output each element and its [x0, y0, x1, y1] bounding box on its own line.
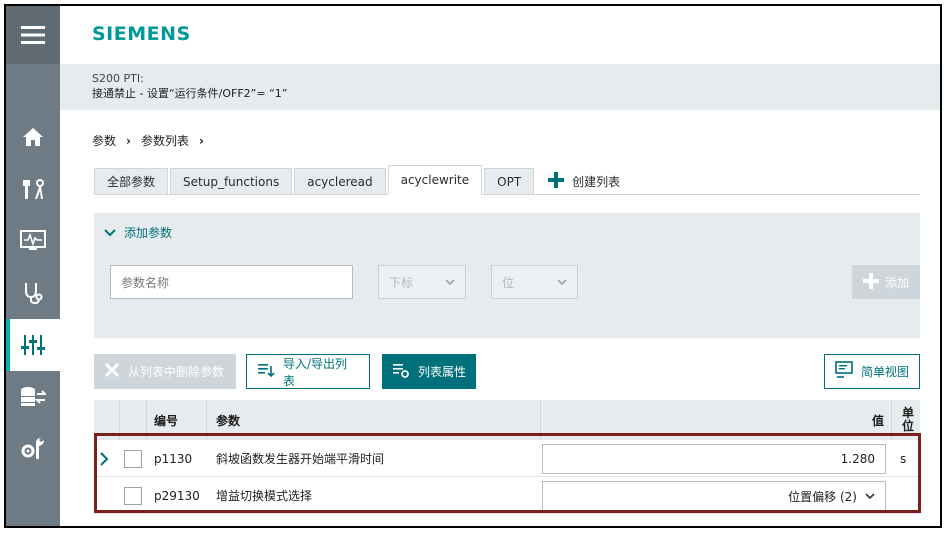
nav-item-tools[interactable]	[6, 163, 60, 215]
database-transfer-icon	[20, 385, 46, 409]
tab-setup-functions[interactable]: Setup_functions	[170, 168, 293, 194]
import-export-label: 导入/导出列表	[283, 356, 348, 388]
index-select-label: 下标	[389, 275, 414, 290]
app-header: SIEMENS	[60, 6, 940, 64]
simple-view-icon	[835, 361, 853, 382]
import-export-button[interactable]: 导入/导出列表	[246, 354, 370, 389]
bit-select-label: 位	[502, 275, 515, 290]
chevron-down-icon	[445, 275, 455, 289]
tab-all-parameters[interactable]: 全部参数	[94, 168, 169, 194]
device-name: S200 PTI:	[92, 72, 144, 85]
hamburger-icon	[21, 25, 45, 45]
list-toolbar: 从列表中删除参数 导入/导出列表 列表属性 简单视图	[94, 354, 920, 390]
remove-label: 从列表中删除参数	[128, 365, 225, 379]
list-properties-label: 列表属性	[418, 365, 467, 379]
tab-acyclewrite[interactable]: acyclewrite	[387, 165, 483, 195]
add-parameter-toggle[interactable]: 添加参数	[104, 224, 172, 241]
create-list-label: 创建列表	[572, 174, 621, 189]
breadcrumb-item-parameters[interactable]: 参数	[92, 132, 116, 149]
highlight-box	[94, 433, 921, 513]
device-status-bar: S200 PTI: 接通禁止 - 设置“运行条件/OFF2”= “1”	[60, 64, 940, 110]
add-parameter-button[interactable]: 添加	[852, 265, 920, 299]
parameter-name-input[interactable]: 参数名称	[110, 265, 353, 299]
add-parameter-panel: 添加参数 参数名称 下标 位 添加	[94, 213, 920, 338]
index-select[interactable]: 下标	[378, 265, 466, 299]
add-button-label: 添加	[884, 275, 909, 290]
plus-icon	[548, 171, 565, 191]
breadcrumb: 参数 › 参数列表 ›	[92, 132, 204, 149]
add-parameter-title: 添加参数	[124, 226, 173, 240]
list-import-icon	[257, 362, 275, 381]
nav-item-monitor[interactable]	[6, 215, 60, 267]
remove-from-list-button[interactable]: 从列表中删除参数	[94, 354, 236, 389]
nav-item-parameters[interactable]	[6, 319, 60, 371]
side-nav	[6, 6, 60, 526]
tab-opt[interactable]: OPT	[484, 168, 535, 194]
simple-view-label: 简单视图	[861, 365, 910, 379]
list-tabs: 全部参数 Setup_functions acycleread acyclewr…	[94, 165, 920, 195]
device-status: 接通禁止 - 设置“运行条件/OFF2”= “1”	[92, 87, 288, 100]
nav-item-settings[interactable]	[6, 423, 60, 475]
tab-acycleread[interactable]: acycleread	[294, 168, 386, 194]
home-icon	[22, 126, 44, 148]
simple-view-button[interactable]: 简单视图	[824, 354, 920, 389]
menu-button[interactable]	[6, 6, 60, 64]
bit-select[interactable]: 位	[491, 265, 578, 299]
chevron-down-icon	[557, 275, 567, 289]
settings-wrench-icon	[20, 437, 46, 461]
siemens-logo: SIEMENS	[92, 23, 191, 45]
close-icon	[104, 362, 120, 381]
chevron-right-icon: ›	[126, 133, 131, 148]
nav-item-home[interactable]	[6, 111, 60, 163]
nav-item-backup[interactable]	[6, 371, 60, 423]
tools-icon	[21, 177, 45, 201]
breadcrumb-item-parameter-list[interactable]: 参数列表	[141, 132, 189, 149]
monitor-icon	[20, 229, 46, 253]
chevron-down-icon	[104, 226, 116, 240]
create-list-button[interactable]: 创建列表	[548, 168, 620, 194]
stethoscope-icon	[22, 281, 44, 305]
list-settings-icon	[392, 362, 410, 381]
nav-item-diagnostics[interactable]	[6, 267, 60, 319]
chevron-right-icon: ›	[198, 133, 204, 148]
list-properties-button[interactable]: 列表属性	[382, 354, 476, 389]
plus-icon	[862, 272, 879, 292]
sliders-icon	[21, 333, 45, 357]
